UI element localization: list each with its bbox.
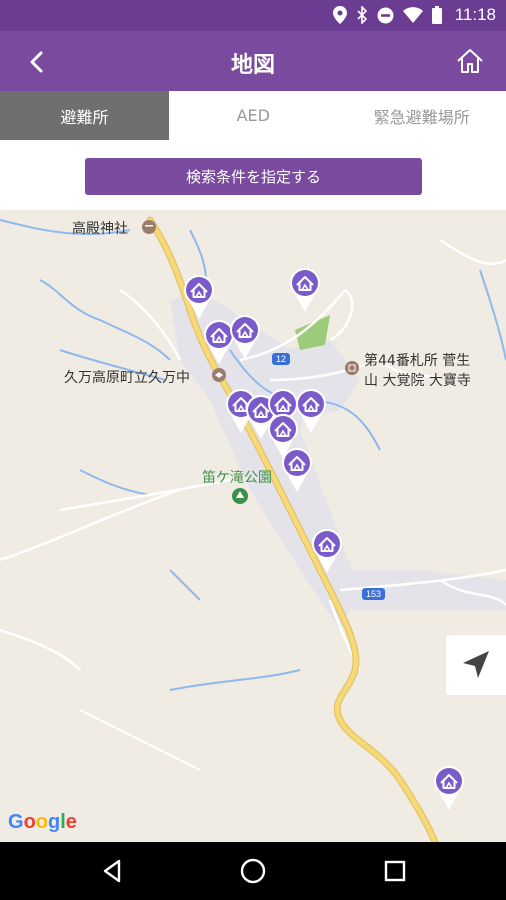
app-bar: 地図	[0, 31, 506, 91]
map-label-temple-line2: 山 大覚院 大寶寺	[364, 373, 471, 389]
tab-aed[interactable]: AED	[169, 91, 338, 140]
shelter-pin[interactable]	[288, 267, 322, 313]
shelter-pin-icon	[282, 447, 312, 492]
tab-shelter[interactable]: 避難所	[0, 91, 169, 140]
shelter-pin[interactable]	[182, 274, 216, 320]
do-not-disturb-icon	[377, 7, 394, 23]
school-marker-icon	[212, 368, 226, 382]
wifi-icon	[402, 7, 423, 23]
route-shield-153: 153	[362, 588, 386, 600]
home-circle-icon[interactable]	[238, 856, 268, 886]
location-icon	[332, 6, 347, 24]
shelter-pin[interactable]	[432, 765, 466, 811]
tab-emergency-evacuation-site[interactable]: 緊急避難場所	[338, 91, 506, 140]
map-label-shrine: 高殿神社	[72, 221, 128, 237]
google-logo: Google	[8, 811, 77, 833]
shelter-pin-icon	[312, 528, 342, 573]
shelter-pin-icon	[434, 765, 464, 810]
shelter-pin-icon	[184, 274, 214, 319]
status-icons: 11:18	[332, 5, 496, 25]
map-label-park: 笛ケ滝公園	[202, 470, 272, 486]
temple-marker-icon	[345, 361, 359, 375]
page-title: 地図	[230, 53, 275, 78]
search-conditions-button[interactable]: 検索条件を指定する	[85, 158, 422, 195]
map-base	[0, 216, 506, 842]
status-bar: 11:18	[0, 0, 506, 31]
map-label-school: 久万高原町立久万中	[64, 370, 190, 386]
bluetooth-icon	[357, 6, 367, 24]
shelter-pin-icon	[290, 267, 320, 312]
search-strip: 検索条件を指定する	[0, 140, 506, 210]
status-time: 11:18	[454, 5, 496, 24]
shelter-pin-icon	[230, 314, 260, 359]
shelter-pin[interactable]	[310, 528, 344, 574]
shelter-pin[interactable]	[280, 447, 314, 493]
map-view[interactable]: 高殿神社 久万高原町立久万中 第44番札所 菅生 山 大覚院 大寶寺 笛ケ滝公園…	[0, 210, 506, 842]
my-location-button[interactable]	[446, 635, 506, 695]
navigation-arrow-icon	[463, 651, 489, 678]
park-marker-icon	[232, 488, 248, 504]
shrine-marker-icon	[142, 220, 156, 234]
map-label-temple-line1: 第44番札所 菅生	[364, 353, 471, 369]
route-shield-12: 12	[272, 353, 291, 365]
back-triangle-icon[interactable]	[98, 856, 128, 886]
shelter-pin[interactable]	[228, 314, 262, 360]
battery-icon	[431, 6, 442, 24]
category-tabs: 避難所 AED 緊急避難場所	[0, 91, 506, 140]
home-icon	[457, 49, 483, 73]
home-button[interactable]	[454, 45, 486, 77]
system-nav-bar	[0, 842, 506, 900]
recents-square-icon[interactable]	[380, 856, 410, 886]
